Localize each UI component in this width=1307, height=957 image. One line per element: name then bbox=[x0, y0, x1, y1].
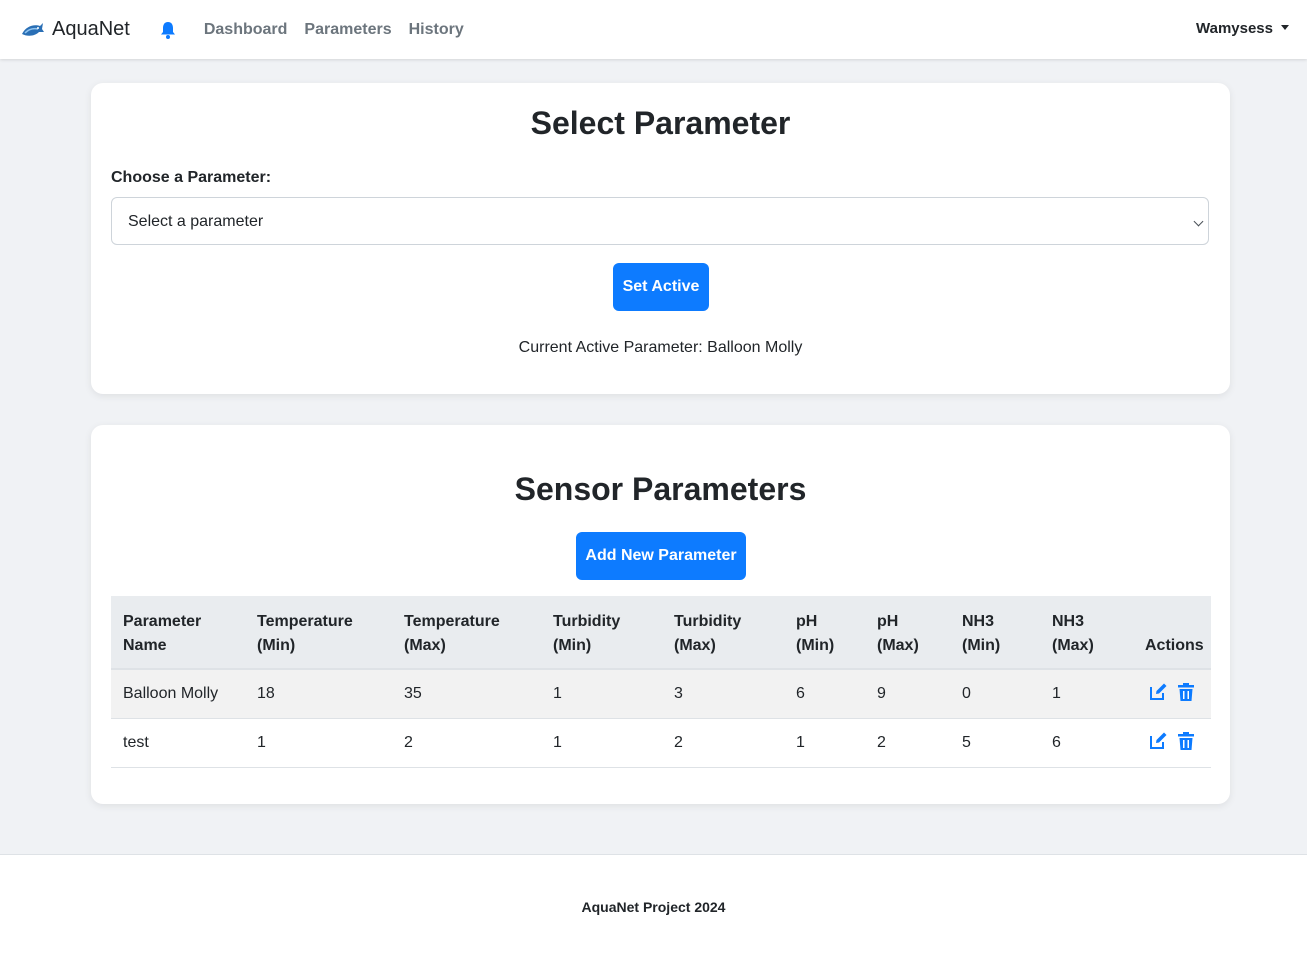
cell-ph-max: 9 bbox=[877, 685, 886, 702]
edit-icon[interactable] bbox=[1148, 731, 1168, 751]
cell-parameter-name: Balloon Molly bbox=[123, 685, 219, 702]
nav-links: Dashboard Parameters History bbox=[204, 21, 481, 39]
cell-nh3-max: 6 bbox=[1052, 734, 1061, 751]
choose-parameter-label: Choose a Parameter: bbox=[111, 169, 272, 186]
brand-name: AquaNet bbox=[52, 18, 130, 40]
col-parameter-name: Parameter Name bbox=[123, 613, 202, 654]
col-ph-min: pH (Min) bbox=[796, 613, 835, 654]
trash-icon[interactable] bbox=[1176, 731, 1196, 751]
select-parameter-title: Select Parameter bbox=[530, 105, 791, 141]
cell-temperature-min: 18 bbox=[257, 685, 275, 702]
cell-ph-min: 1 bbox=[796, 734, 805, 751]
nav-dashboard[interactable]: Dashboard bbox=[204, 21, 288, 39]
cell-ph-max: 2 bbox=[877, 734, 886, 751]
cell-turbidity-max: 3 bbox=[674, 685, 683, 702]
add-parameter-button[interactable]: Add New Parameter bbox=[576, 532, 746, 580]
col-temperature-min: Temperature (Min) bbox=[257, 613, 353, 654]
col-nh3-min: NH3 (Min) bbox=[962, 613, 1001, 654]
caret-down-icon bbox=[1281, 24, 1289, 30]
user-name: Wamysess bbox=[1196, 20, 1273, 37]
sensor-parameters-title: Sensor Parameters bbox=[514, 471, 807, 507]
trash-icon[interactable] bbox=[1176, 682, 1196, 702]
chevron-down-icon bbox=[1193, 216, 1204, 227]
table-header: Parameter Name Temperature (Min) Temperatu… bbox=[111, 596, 1211, 670]
cell-nh3-min: 5 bbox=[962, 734, 971, 751]
cell-parameter-name: test bbox=[123, 734, 149, 751]
nav-history[interactable]: History bbox=[409, 21, 464, 39]
fish-logo-icon bbox=[22, 22, 44, 36]
cell-ph-min: 6 bbox=[796, 685, 805, 702]
table-row: test 1 2 1 2 1 2 5 6 bbox=[111, 719, 1211, 768]
cell-nh3-min: 0 bbox=[962, 685, 971, 702]
footer: AquaNet Project 2024 bbox=[0, 854, 1307, 957]
user-dropdown[interactable]: Wamysess bbox=[1196, 20, 1289, 37]
brand-link[interactable]: AquaNet bbox=[20, 18, 130, 41]
bell-icon[interactable] bbox=[158, 20, 178, 40]
col-temperature-max: Temperature (Max) bbox=[404, 613, 500, 654]
cell-temperature-max: 2 bbox=[404, 734, 413, 751]
sensor-parameters-card: Sensor Parameters Add New Parameter Para… bbox=[91, 425, 1230, 804]
top-navbar: AquaNet Dashboard Parameters History Wam… bbox=[0, 0, 1307, 59]
col-ph-max: pH (Max) bbox=[877, 613, 919, 654]
current-active-parameter: Current Active Parameter: Balloon Molly bbox=[518, 339, 803, 356]
edit-icon[interactable] bbox=[1148, 682, 1168, 702]
col-nh3-max: NH3 (Max) bbox=[1052, 613, 1094, 654]
col-turbidity-min: Turbidity (Min) bbox=[553, 613, 621, 654]
footer-text: AquaNet Project 2024 bbox=[581, 899, 726, 915]
table-row: Balloon Molly 18 35 1 3 6 9 0 1 bbox=[111, 670, 1211, 719]
cell-turbidity-min: 1 bbox=[553, 734, 562, 751]
cell-turbidity-min: 1 bbox=[553, 685, 562, 702]
parameter-select-value: Select a parameter bbox=[128, 213, 264, 230]
cell-temperature-max: 35 bbox=[404, 685, 422, 702]
parameter-select[interactable]: Select a parameter bbox=[111, 197, 1209, 245]
cell-temperature-min: 1 bbox=[257, 734, 266, 751]
col-actions: Actions bbox=[1145, 637, 1204, 654]
cell-turbidity-max: 2 bbox=[674, 734, 683, 751]
select-parameter-card: Select Parameter Choose a Parameter: Sel… bbox=[91, 83, 1230, 394]
col-turbidity-max: Turbidity (Max) bbox=[674, 613, 742, 654]
nav-parameters[interactable]: Parameters bbox=[304, 21, 391, 39]
set-active-button[interactable]: Set Active bbox=[613, 263, 709, 311]
cell-nh3-max: 1 bbox=[1052, 685, 1061, 702]
